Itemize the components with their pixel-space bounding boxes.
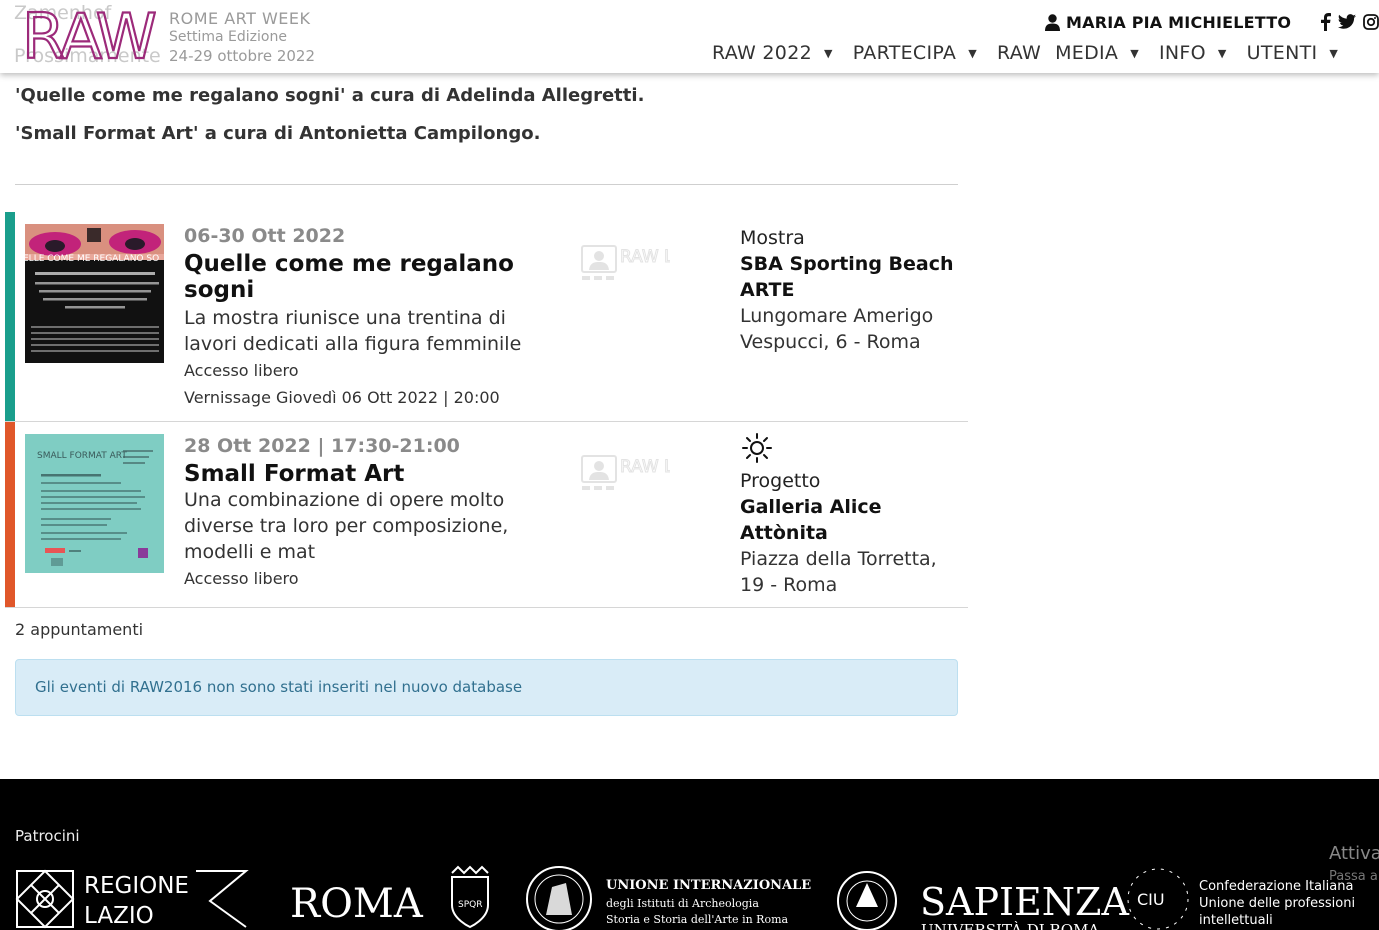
event-address: Piazza della Torretta, 19 - Roma bbox=[740, 548, 937, 596]
activate-windows-subtitle: Passa a bbox=[1329, 869, 1378, 884]
svg-text:intellettuali: intellettuali bbox=[1199, 913, 1273, 928]
facebook-icon[interactable] bbox=[1320, 13, 1331, 31]
user-icon bbox=[1045, 14, 1060, 31]
event-type: Mostra bbox=[740, 227, 805, 249]
brand-block: ROME ART WEEK Settima Edizione 24-29 ott… bbox=[169, 10, 315, 66]
svg-text:RAW: RAW bbox=[22, 8, 156, 64]
social-links bbox=[1320, 13, 1379, 31]
event-thumbnail[interactable]: ELLE COME ME REGALANO SO bbox=[25, 224, 164, 363]
event-address: Lungomare Amerigo Vespucci, 6 - Roma bbox=[740, 305, 934, 353]
event-color-bar bbox=[5, 212, 15, 421]
svg-text:degli Istituti di Archeologia: degli Istituti di Archeologia bbox=[606, 897, 759, 910]
twitter-icon[interactable] bbox=[1338, 14, 1356, 30]
svg-text:UNIVERSITÀ DI ROMA: UNIVERSITÀ DI ROMA bbox=[921, 921, 1099, 930]
unione-internazionale-logo[interactable]: UNIONE INTERNAZIONALE degli Istituti di … bbox=[526, 866, 811, 930]
event-description: Una combinazione di opere molto diverse … bbox=[184, 489, 509, 563]
raw-live-icon[interactable]: RAW LIVE bbox=[580, 242, 670, 284]
sun-icon bbox=[742, 433, 772, 463]
svg-text:Unione delle professioni: Unione delle professioni bbox=[1199, 896, 1355, 911]
event-info: 28 Ott 2022 | 17:30-21:00 Small Format A… bbox=[184, 435, 564, 592]
event-thumbnail[interactable]: SMALL FORMAT ART bbox=[25, 434, 164, 573]
raw-live-icon[interactable]: RAW LIVE bbox=[580, 452, 670, 494]
event-venue[interactable]: SBA Sporting Beach ARTE bbox=[740, 251, 960, 303]
sponsor-logos: REGIONE LAZIO ROMA SPQR UNIONE INTERNAZI… bbox=[15, 865, 1355, 930]
event-type: Progetto bbox=[740, 470, 821, 492]
svg-text:ELLE COME ME REGALANO SO: ELLE COME ME REGALANO SO bbox=[25, 254, 159, 264]
roma-logo[interactable]: ROMA SPQR bbox=[290, 865, 489, 929]
curator-line: 'Small Format Art' a cura di Antonietta … bbox=[15, 123, 541, 144]
svg-text:CIU: CIU bbox=[1137, 890, 1165, 909]
divider bbox=[15, 184, 958, 185]
ciu-logo[interactable]: CIU Confederazione Italiana Unione delle… bbox=[1127, 868, 1355, 930]
caret-down-icon: ▼ bbox=[968, 46, 977, 60]
nav-raw-2022[interactable]: RAW 2022 ▼ bbox=[712, 42, 833, 64]
svg-text:Storia e Storia dell'Arte in R: Storia e Storia dell'Arte in Roma bbox=[606, 913, 789, 926]
svg-text:REGIONE: REGIONE bbox=[84, 873, 189, 899]
sapienza-logo[interactable]: SAPIENZA UNIVERSITÀ DI ROMA bbox=[837, 871, 1129, 930]
event-description: La mostra riunisce una trentina di lavor… bbox=[184, 307, 522, 355]
svg-text:RAW LIVE: RAW LIVE bbox=[620, 457, 670, 477]
brand-name: ROME ART WEEK bbox=[169, 9, 311, 28]
event-title[interactable]: Small Format Art bbox=[184, 461, 564, 487]
event-venue[interactable]: Galleria Alice Attònita bbox=[740, 494, 960, 546]
caret-down-icon: ▼ bbox=[823, 46, 833, 60]
event-row[interactable]: SMALL FORMAT ART 28 Ott 2022 | 17:30-21:… bbox=[5, 422, 968, 608]
regione-lazio-logo[interactable]: REGIONE LAZIO bbox=[15, 869, 249, 929]
site-footer: Patrocini REGIONE LAZIO ROMA SPQR UNIONE… bbox=[0, 779, 1379, 930]
svg-text:UNIONE INTERNAZIONALE: UNIONE INTERNAZIONALE bbox=[606, 878, 811, 893]
event-color-bar bbox=[5, 422, 15, 607]
event-place: Mostra SBA Sporting Beach ARTE Lungomare… bbox=[740, 225, 960, 355]
main-nav: RAW 2022 ▼ PARTECIPA ▼ RAW MEDIA ▼ INFO … bbox=[712, 42, 1358, 64]
raw-logo[interactable]: RAW bbox=[22, 8, 156, 64]
caret-down-icon: ▼ bbox=[1217, 46, 1227, 60]
info-alert: Gli eventi di RAW2016 non sono stati ins… bbox=[15, 659, 958, 716]
svg-text:SMALL FORMAT ART: SMALL FORMAT ART bbox=[37, 451, 127, 461]
instagram-icon[interactable] bbox=[1363, 14, 1379, 30]
event-access: Accesso libero bbox=[184, 361, 299, 380]
svg-text:SPQR: SPQR bbox=[458, 900, 482, 910]
event-access: Accesso libero bbox=[184, 569, 299, 588]
event-row[interactable]: ELLE COME ME REGALANO SO 06-30 Ott 2022 … bbox=[5, 212, 968, 422]
brand-dates: 24-29 ottobre 2022 bbox=[169, 47, 316, 65]
svg-text:LAZIO: LAZIO bbox=[84, 903, 154, 929]
user-name: MARIA PIA MICHIELETTO bbox=[1066, 13, 1292, 32]
curator-line: 'Quelle come me regalano sogni' a cura d… bbox=[15, 85, 645, 106]
event-date: 06-30 Ott 2022 bbox=[184, 225, 346, 247]
event-title[interactable]: Quelle come me regalano sogni bbox=[184, 251, 564, 303]
svg-text:RAW LIVE: RAW LIVE bbox=[620, 247, 670, 267]
nav-raw[interactable]: RAW bbox=[997, 42, 1041, 64]
event-vernissage: Vernissage Giovedì 06 Ott 2022 | 20:00 bbox=[184, 388, 500, 407]
nav-partecipa[interactable]: PARTECIPA ▼ bbox=[853, 42, 977, 64]
svg-text:ROMA: ROMA bbox=[290, 881, 424, 927]
nav-utenti[interactable]: UTENTI ▼ bbox=[1247, 42, 1339, 64]
activate-windows-title: Attiva bbox=[1329, 843, 1379, 864]
patrocini-heading: Patrocini bbox=[15, 827, 80, 845]
appointment-count: 2 appuntamenti bbox=[15, 620, 144, 639]
event-place: Progetto Galleria Alice Attònita Piazza … bbox=[740, 432, 960, 598]
site-header: Zamenhof Prossimamente RAW ROME ART WEEK… bbox=[0, 0, 1379, 73]
brand-edition: Settima Edizione bbox=[169, 29, 287, 45]
nav-media[interactable]: MEDIA ▼ bbox=[1055, 42, 1139, 64]
event-date: 28 Ott 2022 | 17:30-21:00 bbox=[184, 435, 460, 457]
event-info: 06-30 Ott 2022 Quelle come me regalano s… bbox=[184, 225, 564, 411]
user-menu[interactable]: MARIA PIA MICHIELETTO bbox=[1045, 13, 1291, 32]
nav-info[interactable]: INFO ▼ bbox=[1159, 42, 1227, 64]
caret-down-icon: ▼ bbox=[1329, 46, 1339, 60]
caret-down-icon: ▼ bbox=[1130, 46, 1139, 60]
svg-text:SAPIENZA: SAPIENZA bbox=[920, 880, 1129, 924]
